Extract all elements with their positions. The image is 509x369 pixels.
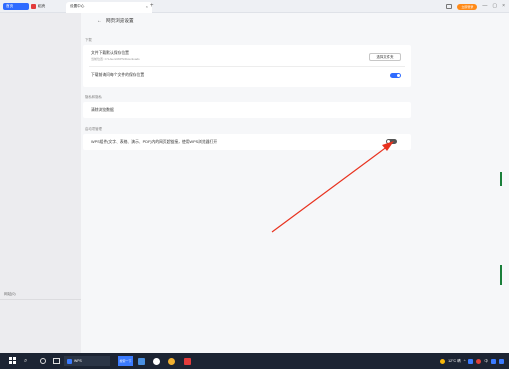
download-card: 文件下载默认保存位置 当前位置: C:\Users\WPS\Downloads … xyxy=(83,45,411,87)
wps-open-toggle[interactable] xyxy=(386,139,397,144)
app-icon[interactable] xyxy=(153,357,160,365)
title-bar: 首页 稻壳 设置中心 × + 立即登录 — ▢ × xyxy=(0,0,509,13)
tab-docer[interactable]: 稻壳 xyxy=(31,3,61,10)
task-view-icon[interactable] xyxy=(53,358,60,364)
taskbar: ⌕ WPS 搜索一下 12°C 晴 ^ 中 xyxy=(0,353,509,369)
ask-each-time-label: 下载前询问每个文件的保存位置 xyxy=(91,73,145,77)
sidebar: 网站(0) xyxy=(0,13,81,353)
toggle-knob xyxy=(387,140,390,143)
startup-card: WPS组件(文字、表格、演示、PDF)内的网页超链接，使用WPS浏览器打开 xyxy=(83,134,411,150)
section-title-download: 下载 xyxy=(85,38,92,42)
wps-open-label: WPS组件(文字、表格、演示、PDF)内的网页超链接，使用WPS浏览器打开 xyxy=(91,140,218,144)
close-icon[interactable]: × xyxy=(146,2,148,11)
ime-label[interactable]: 中 xyxy=(484,359,488,364)
weather-icon xyxy=(440,358,446,364)
ask-each-time-toggle[interactable] xyxy=(390,73,401,78)
windows-start-icon[interactable] xyxy=(9,357,16,365)
system-tray: 12°C 晴 ^ 中 xyxy=(440,356,504,366)
chrome-icon[interactable] xyxy=(168,357,175,365)
tray-app-icon[interactable] xyxy=(499,358,504,364)
new-tab-button[interactable]: + xyxy=(150,2,154,10)
default-location-label: 文件下载默认保存位置 xyxy=(91,51,129,55)
default-location-path: 当前位置: C:\Users\WPS\Downloads xyxy=(91,57,140,61)
window-controls: 立即登录 — ▢ × xyxy=(446,2,505,11)
privacy-card: 清除浏览数据 xyxy=(83,102,411,118)
search-icon[interactable]: ⌕ xyxy=(24,357,27,365)
choose-folder-button[interactable]: 选择文件夹 xyxy=(369,53,401,61)
scroll-marker xyxy=(500,172,502,186)
wps-open-row: WPS组件(文字、表格、演示、PDF)内的网页超链接，使用WPS浏览器打开 xyxy=(91,140,403,145)
page-title: 网页浏览设置 xyxy=(106,18,134,23)
tray-app-icon[interactable] xyxy=(491,358,496,364)
weather-label[interactable]: 12°C 晴 xyxy=(448,359,461,364)
section-title-privacy: 隐私和隐私 xyxy=(85,95,102,99)
tray-app-icon[interactable] xyxy=(476,358,482,364)
back-arrow-icon[interactable]: ← xyxy=(97,18,102,24)
default-location-row: 文件下载默认保存位置 当前位置: C:\Users\WPS\Downloads xyxy=(91,51,403,61)
sidebar-divider xyxy=(0,299,81,300)
divider xyxy=(89,66,405,67)
clear-data-label[interactable]: 清除浏览数据 xyxy=(91,108,403,113)
wps-office-icon[interactable] xyxy=(184,357,191,365)
wps-icon xyxy=(67,358,72,364)
clear-data-row[interactable]: 清除浏览数据 xyxy=(91,108,403,113)
window-layout-icon[interactable] xyxy=(446,4,453,9)
taskbar-app-wps[interactable]: WPS xyxy=(64,356,110,366)
taskbar-app-label: WPS xyxy=(74,359,82,363)
toggle-knob xyxy=(397,74,400,77)
sidebar-footer-label[interactable]: 网站(0) xyxy=(4,292,16,297)
section-title-startup: 启动项管理 xyxy=(85,127,102,131)
cortana-icon[interactable] xyxy=(40,358,46,364)
minimize-button[interactable]: — xyxy=(482,2,487,11)
taskbar-app-search[interactable]: 搜索一下 xyxy=(118,356,133,366)
tab-settings-label: 设置中心 xyxy=(70,4,85,8)
ask-each-time-row: 下载前询问每个文件的保存位置 xyxy=(91,73,403,78)
tab-home[interactable]: 首页 xyxy=(3,3,29,10)
login-button[interactable]: 立即登录 xyxy=(457,3,478,10)
close-window-button[interactable]: × xyxy=(502,2,505,11)
explorer-icon[interactable] xyxy=(138,357,145,365)
tray-app-icon[interactable] xyxy=(468,358,474,364)
settings-main: ← 网页浏览设置 下载 文件下载默认保存位置 当前位置: C:\Users\WPS… xyxy=(81,13,509,353)
tray-expand-icon[interactable]: ^ xyxy=(464,359,466,363)
tab-docer-label: 稻壳 xyxy=(38,4,46,8)
restore-button[interactable]: ▢ xyxy=(492,2,497,11)
tab-settings[interactable]: 设置中心 × xyxy=(66,2,152,13)
docer-icon xyxy=(31,3,36,9)
tab-home-label: 首页 xyxy=(6,4,14,8)
scroll-marker xyxy=(500,265,502,285)
page-header: ← 网页浏览设置 xyxy=(97,18,134,24)
